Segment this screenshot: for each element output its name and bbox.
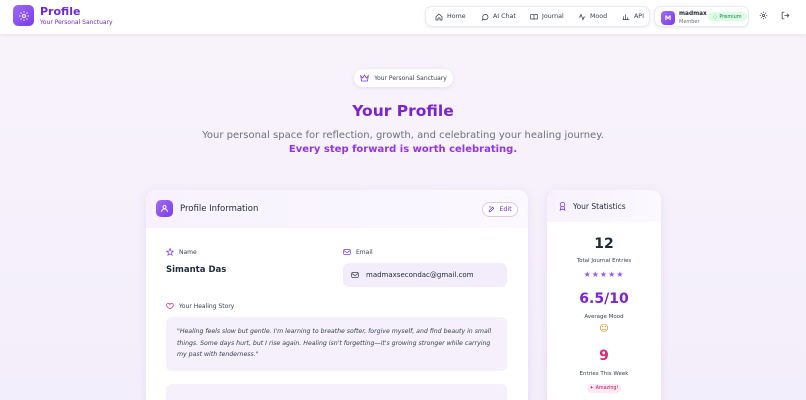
amazing-badge: ✦ Amazing! bbox=[587, 384, 621, 393]
top-bar: Profile Your Personal Sanctuary Home AI … bbox=[0, 0, 806, 34]
edit-button-label: Edit bbox=[499, 206, 512, 213]
rating-stars: ★★★★★ bbox=[583, 270, 625, 279]
mail-icon bbox=[343, 249, 351, 255]
nav-journal-label: Journal bbox=[542, 13, 564, 20]
stat-average-mood-label: Average Mood bbox=[584, 314, 624, 320]
chat-icon bbox=[481, 13, 489, 21]
hero-title: Your Profile bbox=[352, 102, 454, 120]
story-label-row: Your Healing Story bbox=[166, 302, 234, 310]
home-icon bbox=[435, 13, 443, 20]
edit-button[interactable]: Edit bbox=[482, 202, 518, 217]
shield-icon: ◌ bbox=[713, 13, 718, 20]
logout-icon[interactable] bbox=[781, 11, 790, 20]
crown-icon bbox=[360, 74, 370, 82]
heart-icon bbox=[166, 303, 174, 310]
user-name: madmax bbox=[679, 11, 707, 17]
email-value: madmaxsecondac@gmail.com bbox=[366, 271, 474, 279]
email-label-row: Email bbox=[343, 248, 373, 256]
user-menu[interactable]: M madmax Member ◌ Premium bbox=[654, 6, 749, 27]
nav-home-label: Home bbox=[447, 13, 466, 20]
nav-api-label: API bbox=[634, 13, 644, 20]
award-icon bbox=[559, 201, 566, 211]
statistics-title: Your Statistics bbox=[573, 202, 626, 211]
profile-card-header: Profile Information Edit bbox=[146, 190, 528, 228]
name-value: Simanta Das bbox=[166, 265, 227, 275]
nav-api[interactable]: API bbox=[622, 7, 644, 26]
profile-card: Profile Information Edit Name Simanta Da… bbox=[146, 190, 528, 400]
app-logo[interactable] bbox=[13, 5, 34, 26]
stat-journal-entries-value: 12 bbox=[594, 236, 614, 252]
story-label: Your Healing Story bbox=[179, 302, 235, 310]
stat-average-mood-value: 6.5/10 bbox=[579, 291, 629, 307]
email-field: madmaxsecondac@gmail.com bbox=[343, 263, 507, 287]
page-title: Profile bbox=[40, 5, 81, 18]
profile-card-title: Profile Information bbox=[180, 204, 259, 214]
sparkle-icon: ✦ bbox=[589, 386, 594, 391]
bar-chart-icon bbox=[622, 13, 630, 20]
member-since-box bbox=[166, 384, 507, 400]
sanctuary-pill-label: Your Personal Sanctuary bbox=[374, 74, 447, 82]
book-icon bbox=[530, 13, 538, 20]
email-label: Email bbox=[356, 248, 373, 256]
gear-icon[interactable] bbox=[759, 11, 768, 20]
premium-badge-label: Premium bbox=[719, 13, 742, 20]
smile-icon: ☺ bbox=[599, 324, 609, 334]
stat-journal-entries-label: Total Journal Entries bbox=[576, 258, 632, 264]
settings-icon bbox=[18, 10, 29, 21]
name-label: Name bbox=[179, 248, 197, 256]
user-icon bbox=[156, 200, 173, 217]
name-label-row: Name bbox=[166, 248, 197, 256]
hero-highlight: Every step forward is worth celebrating. bbox=[288, 144, 518, 155]
mail-icon bbox=[351, 272, 359, 278]
hero-lead: Your personal space for reflection, grow… bbox=[202, 130, 604, 141]
nav-mood[interactable]: Mood bbox=[578, 7, 607, 26]
statistics-header: Your Statistics bbox=[547, 190, 661, 222]
star-icon bbox=[166, 248, 174, 256]
stat-entries-week-label: Entries This Week bbox=[579, 371, 629, 377]
nav-ai-chat-label: AI Chat bbox=[493, 13, 516, 20]
activity-icon bbox=[578, 12, 586, 21]
nav-ai-chat[interactable]: AI Chat bbox=[481, 7, 516, 26]
amazing-badge-label: Amazing! bbox=[595, 386, 619, 391]
edit-icon bbox=[489, 206, 495, 213]
statistics-card: Your Statistics 12 Total Journal Entries… bbox=[547, 190, 661, 400]
nav-home[interactable]: Home bbox=[435, 7, 466, 26]
nav-journal[interactable]: Journal bbox=[530, 7, 564, 26]
healing-story: "Healing feels slow but gentle. I'm lear… bbox=[166, 317, 507, 371]
page-subtitle: Your Personal Sanctuary bbox=[40, 19, 113, 26]
user-role: Member bbox=[679, 19, 700, 25]
nav-mood-label: Mood bbox=[590, 13, 608, 20]
avatar: M bbox=[661, 11, 675, 25]
sanctuary-pill: Your Personal Sanctuary bbox=[354, 69, 453, 87]
main-nav: Home AI Chat Journal Mood API bbox=[425, 6, 650, 27]
premium-badge: ◌ Premium bbox=[708, 12, 747, 21]
stat-entries-week-value: 9 bbox=[599, 348, 609, 364]
